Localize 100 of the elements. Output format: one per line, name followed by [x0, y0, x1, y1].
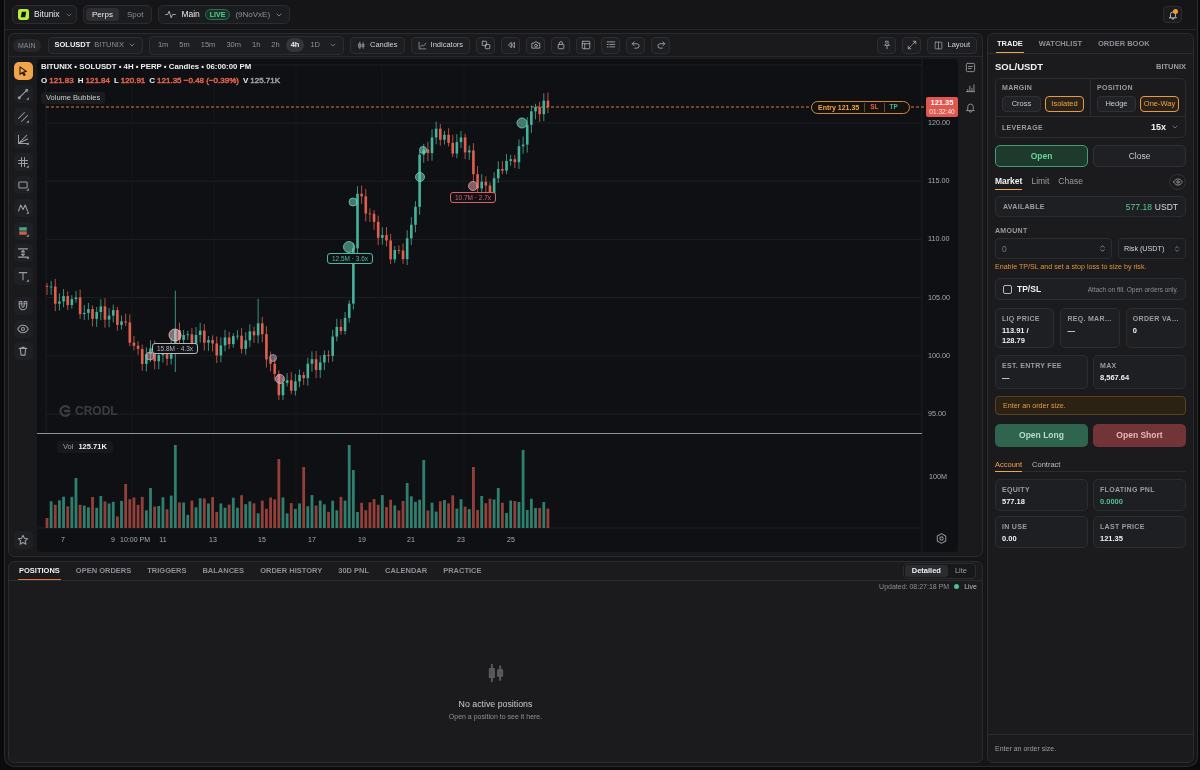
settings-icon	[935, 532, 947, 544]
grid-tool-button[interactable]	[13, 153, 33, 172]
lock-button[interactable]	[551, 36, 571, 54]
logo-icon	[58, 404, 72, 418]
volume-bubble	[468, 181, 478, 191]
fan-tool-button[interactable]	[13, 130, 33, 149]
amount-input[interactable]: 0	[995, 238, 1112, 259]
volume-bubble	[168, 328, 182, 342]
pulse-icon	[165, 9, 177, 20]
overlapping-squares-icon	[480, 40, 491, 50]
expand-icon	[906, 40, 917, 50]
diagonal-line-icon	[17, 87, 29, 100]
leverage-selector[interactable]: 15x	[1150, 122, 1179, 132]
list-icon	[605, 40, 616, 50]
ohlc-value: 125.71K	[250, 76, 281, 85]
ohlc-key: O	[41, 76, 48, 85]
empty-title: No active positions	[458, 699, 533, 709]
camera-button[interactable]	[526, 36, 546, 54]
account-code: (9NoVxE)	[235, 10, 271, 19]
alert-button[interactable]	[963, 100, 977, 114]
ohlc-key: V	[242, 76, 249, 85]
chevron-down-icon	[1171, 123, 1179, 131]
path-tool-button[interactable]	[13, 198, 33, 217]
magnet-icon	[17, 299, 29, 312]
undo-button[interactable]	[626, 36, 646, 54]
available-value: 577.18	[1125, 201, 1152, 212]
volume-bubble	[348, 197, 358, 207]
vertical-arrows-icon	[17, 247, 29, 260]
table-button[interactable]	[576, 36, 596, 54]
ohlc-value: 121.83	[49, 76, 74, 85]
pin-button[interactable]	[877, 36, 897, 54]
rectangle-icon	[17, 179, 29, 191]
order-type-tab[interactable]: Market	[995, 174, 1023, 190]
visibility-button[interactable]	[13, 319, 33, 338]
line-chart-icon	[417, 40, 427, 50]
lock-icon	[555, 40, 566, 50]
chevron-down-icon	[127, 41, 136, 49]
tpsl-checkbox[interactable]	[1003, 284, 1012, 294]
pair-title: SOL/USDT	[995, 61, 1044, 72]
delete-button[interactable]	[13, 342, 33, 361]
camera-icon	[530, 40, 541, 50]
text-tool-button[interactable]	[13, 267, 33, 286]
notes-button[interactable]	[963, 60, 977, 74]
undo-icon	[630, 40, 641, 50]
rewind-button[interactable]	[501, 36, 521, 54]
chart-settings-button[interactable]	[934, 531, 948, 545]
columns-icon	[934, 40, 944, 50]
ohlc-key: C	[149, 76, 156, 85]
position-tool-button[interactable]	[13, 221, 33, 240]
bell-icon	[1167, 9, 1178, 20]
rewind-icon	[505, 40, 516, 50]
pin-icon	[881, 40, 892, 50]
eye-icon	[17, 322, 29, 335]
ohlc-value: 120.91	[120, 76, 146, 85]
parallel-lines-icon	[17, 110, 29, 123]
eye-icon	[1172, 177, 1183, 187]
favorite-button[interactable]	[13, 531, 33, 549]
redo-icon	[655, 40, 666, 50]
ohlc-key: L	[113, 76, 119, 85]
fan-lines-icon	[17, 133, 29, 146]
list-button[interactable]	[601, 36, 621, 54]
trash-icon	[17, 345, 29, 358]
table-icon	[580, 40, 591, 50]
brand-selector[interactable]: Bitunix	[12, 5, 77, 24]
market-mode-tab[interactable]: Spot	[120, 8, 150, 21]
ohlc-value: 121.84	[85, 76, 110, 85]
line-tool-button[interactable]	[13, 84, 33, 103]
tpsl-label: TP/SL	[1017, 284, 1042, 294]
channel-tool-button[interactable]	[13, 107, 33, 126]
order-type-tab[interactable]: Limit	[1031, 174, 1050, 190]
measure-tool-button[interactable]	[13, 244, 33, 263]
ohlc-key: H	[77, 76, 84, 85]
star-icon	[17, 534, 29, 546]
volume-bubble	[275, 374, 285, 384]
rectangle-tool-button[interactable]	[13, 176, 33, 194]
order-type-tab[interactable]: Chase	[1058, 174, 1083, 190]
overlap-button[interactable]	[476, 36, 496, 54]
candlestick-icon	[357, 40, 366, 50]
note-icon	[964, 61, 976, 73]
available-unit: USDT	[1154, 201, 1178, 212]
order-side-tab[interactable]: Open	[995, 145, 1088, 167]
fullscreen-button[interactable]	[902, 36, 922, 54]
magnet-button[interactable]	[13, 296, 33, 315]
volume-bubble	[343, 241, 355, 253]
cursor-icon	[17, 65, 29, 77]
volume-bubble	[419, 146, 427, 154]
bar-chart-icon	[964, 81, 976, 93]
volume-bubble	[516, 117, 528, 129]
letter-t-icon	[17, 270, 29, 283]
redo-button[interactable]	[651, 36, 671, 54]
notifications-button[interactable]	[1163, 6, 1182, 23]
bell-icon	[964, 101, 976, 113]
hash-grid-icon	[17, 156, 29, 169]
up-down-icon	[1173, 244, 1181, 253]
order-side-tab[interactable]: Close	[1093, 145, 1186, 167]
chevron-down-icon	[329, 41, 337, 49]
cursor-tool-button[interactable]	[13, 62, 33, 80]
status-dot-icon	[954, 584, 960, 589]
volume-bubble	[269, 354, 277, 362]
market-mode-tab[interactable]: Perps	[86, 8, 119, 21]
